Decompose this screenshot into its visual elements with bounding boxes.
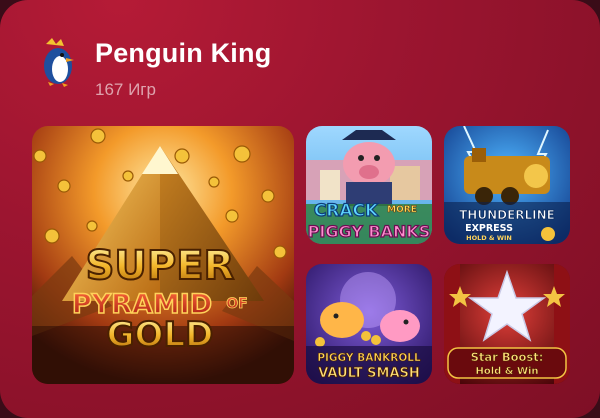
vault-smash-title-line1: PIGGY BANKROLL xyxy=(317,352,421,364)
game-tile-piggy-bankroll-vault-smash[interactable]: PIGGY BANKROLL VAULT SMASH xyxy=(306,264,432,384)
crack-more-piggy-banks-artwork: CRACK MORE PIGGY BANKS xyxy=(306,126,432,244)
crack-more-title-more: MORE xyxy=(387,205,417,215)
game-tile-crack-more-piggy-banks[interactable]: CRACK MORE PIGGY BANKS xyxy=(306,126,432,244)
thunderline-title-line3: HOLD & WIN xyxy=(466,234,512,242)
super-pyramid-title-of: OF xyxy=(226,296,247,312)
provider-card[interactable]: Penguin King 167 Игр SUPER PYRAMID OF GO… xyxy=(0,0,600,418)
penguin-king-logo-icon xyxy=(36,38,80,88)
super-pyramid-of-gold-artwork: SUPER PYRAMID OF GOLD xyxy=(32,126,294,384)
super-pyramid-title-line3: GOLD xyxy=(107,315,214,355)
games-count: 167 Игр xyxy=(95,80,156,99)
star-boost-title-line2: Hold & Win xyxy=(475,366,538,377)
star-boost-title-line1: Star Boost: xyxy=(471,350,544,364)
thunderline-title-line2: EXPRESS xyxy=(465,223,513,234)
game-tile-thunderline-express[interactable]: THUNDERLINE EXPRESS HOLD & WIN xyxy=(444,126,570,244)
super-pyramid-title-line1: SUPER xyxy=(86,243,235,289)
game-tile-star-boost[interactable]: Star Boost: Hold & Win xyxy=(444,264,570,384)
vault-smash-title-line2: VAULT SMASH xyxy=(318,366,420,381)
thunderline-express-artwork: THUNDERLINE EXPRESS HOLD & WIN xyxy=(444,126,570,244)
provider-name: Penguin King xyxy=(95,38,272,68)
piggy-bankroll-vault-smash-artwork: PIGGY BANKROLL VAULT SMASH xyxy=(306,264,432,384)
star-boost-artwork: Star Boost: Hold & Win xyxy=(444,264,570,384)
crack-more-title-line2: PIGGY BANKS xyxy=(308,222,431,241)
thunderline-title-line1: THUNDERLINE xyxy=(459,208,555,222)
crack-more-title-line1: CRACK xyxy=(314,201,379,221)
game-tile-super-pyramid-of-gold[interactable]: SUPER PYRAMID OF GOLD xyxy=(32,126,294,384)
